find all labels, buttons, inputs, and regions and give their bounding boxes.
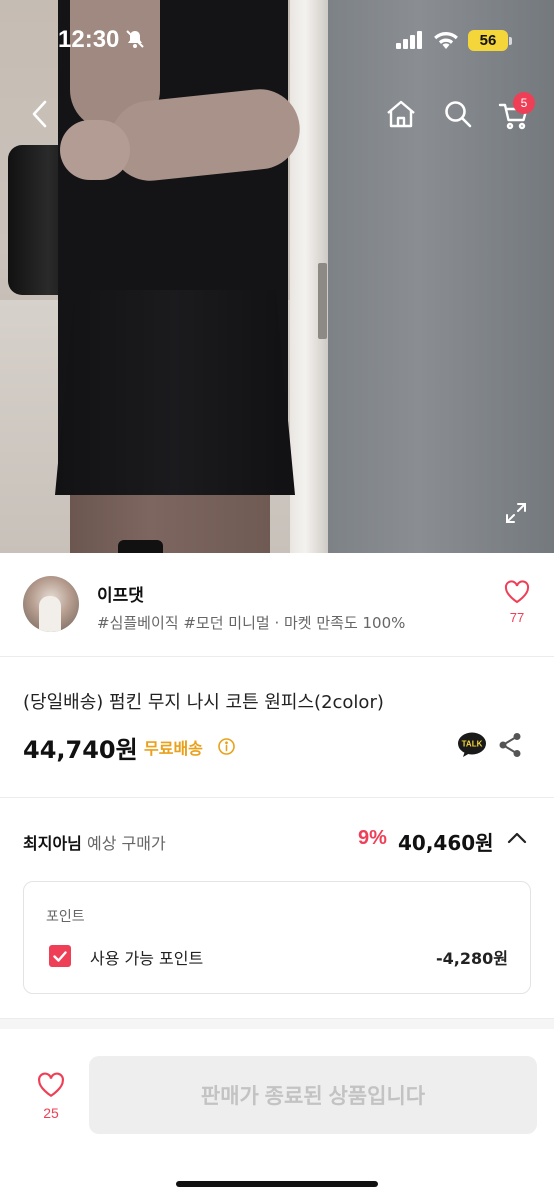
info-icon[interactable] bbox=[218, 738, 235, 759]
points-title: 포인트 bbox=[46, 909, 85, 925]
seller-name[interactable]: 이프댓 bbox=[97, 581, 144, 606]
product-like-button[interactable]: 25 bbox=[33, 1072, 69, 1121]
home-indicator[interactable] bbox=[176, 1181, 378, 1187]
user-name: 최지아님 bbox=[23, 834, 82, 853]
share-icon bbox=[499, 733, 521, 757]
collapse-button[interactable] bbox=[506, 830, 528, 849]
section-divider bbox=[0, 1019, 554, 1029]
shop-like-button[interactable]: 77 bbox=[500, 580, 534, 625]
photo-door bbox=[328, 0, 554, 553]
wifi-icon bbox=[433, 29, 459, 53]
photo-legs bbox=[70, 495, 270, 553]
photo-hand bbox=[60, 120, 130, 180]
product-info: (당일배송) 펌킨 무지 나시 코튼 원피스(2color) 44,740원 무… bbox=[0, 658, 554, 798]
chevron-up-icon bbox=[507, 832, 527, 844]
chevron-left-icon bbox=[32, 100, 47, 128]
search-icon bbox=[445, 101, 472, 128]
sold-out-button[interactable]: 판매가 종료된 상품입니다 bbox=[89, 1056, 537, 1134]
heart-icon bbox=[504, 580, 530, 604]
mute-bell-icon bbox=[124, 28, 146, 50]
checkmark-icon bbox=[53, 950, 67, 962]
available-points-label[interactable]: 사용 가능 포인트 bbox=[90, 945, 203, 969]
product-price: 44,740원 bbox=[23, 736, 138, 764]
share-button[interactable] bbox=[498, 732, 522, 762]
discount-rate: 9% bbox=[358, 827, 387, 849]
expected-price-section: 최지아님 예상 구매가 9% 40,460원 포인트 사용 가능 포인트 -4,… bbox=[0, 799, 554, 1019]
points-box: 포인트 사용 가능 포인트 -4,280원 bbox=[23, 881, 531, 994]
bottom-action-bar: 25 판매가 종료된 상품입니다 bbox=[0, 1029, 554, 1200]
expand-icon[interactable] bbox=[496, 493, 536, 533]
heart-icon bbox=[38, 1072, 64, 1098]
free-shipping-label: 무료배송 bbox=[144, 739, 203, 758]
points-amount: -4,280원 bbox=[436, 949, 508, 968]
home-icon bbox=[387, 100, 415, 128]
kakaotalk-icon: TALK bbox=[458, 732, 486, 757]
product-photo[interactable] bbox=[0, 0, 554, 553]
seller-row[interactable]: 이프댓 #심플베이직 #모던 미니멀 · 마켓 만족도 100% 77 bbox=[0, 553, 554, 657]
expected-final-price: 40,460원 bbox=[398, 831, 494, 855]
status-time: 12:30 bbox=[58, 26, 120, 53]
status-bar: 12:30 56 bbox=[0, 0, 554, 80]
back-button[interactable] bbox=[20, 94, 60, 134]
photo-dress-skirt bbox=[55, 290, 295, 495]
kakaotalk-button[interactable]: TALK bbox=[457, 732, 487, 758]
expected-price-label: 최지아님 예상 구매가 bbox=[23, 830, 166, 854]
product-like-count: 25 bbox=[43, 1105, 59, 1121]
shop-like-count: 77 bbox=[509, 610, 525, 625]
product-title: (당일배송) 펌킨 무지 나시 코튼 원피스(2color) bbox=[23, 692, 384, 713]
seller-avatar[interactable] bbox=[23, 576, 79, 632]
talk-label: TALK bbox=[462, 740, 483, 749]
battery-cap bbox=[509, 37, 512, 45]
photo-hinge bbox=[318, 263, 327, 339]
home-button[interactable] bbox=[381, 94, 421, 134]
search-button[interactable] bbox=[438, 94, 478, 134]
expected-price-caption: 예상 구매가 bbox=[86, 834, 166, 853]
seller-tags: #심플베이직 #모던 미니멀 · 마켓 만족도 100% bbox=[97, 614, 406, 632]
battery-indicator: 56 bbox=[468, 30, 508, 51]
cellular-signal-icon bbox=[396, 31, 423, 53]
photo-shoe bbox=[118, 540, 163, 553]
use-points-checkbox[interactable] bbox=[49, 945, 71, 967]
cart-count-badge: 5 bbox=[513, 92, 535, 114]
